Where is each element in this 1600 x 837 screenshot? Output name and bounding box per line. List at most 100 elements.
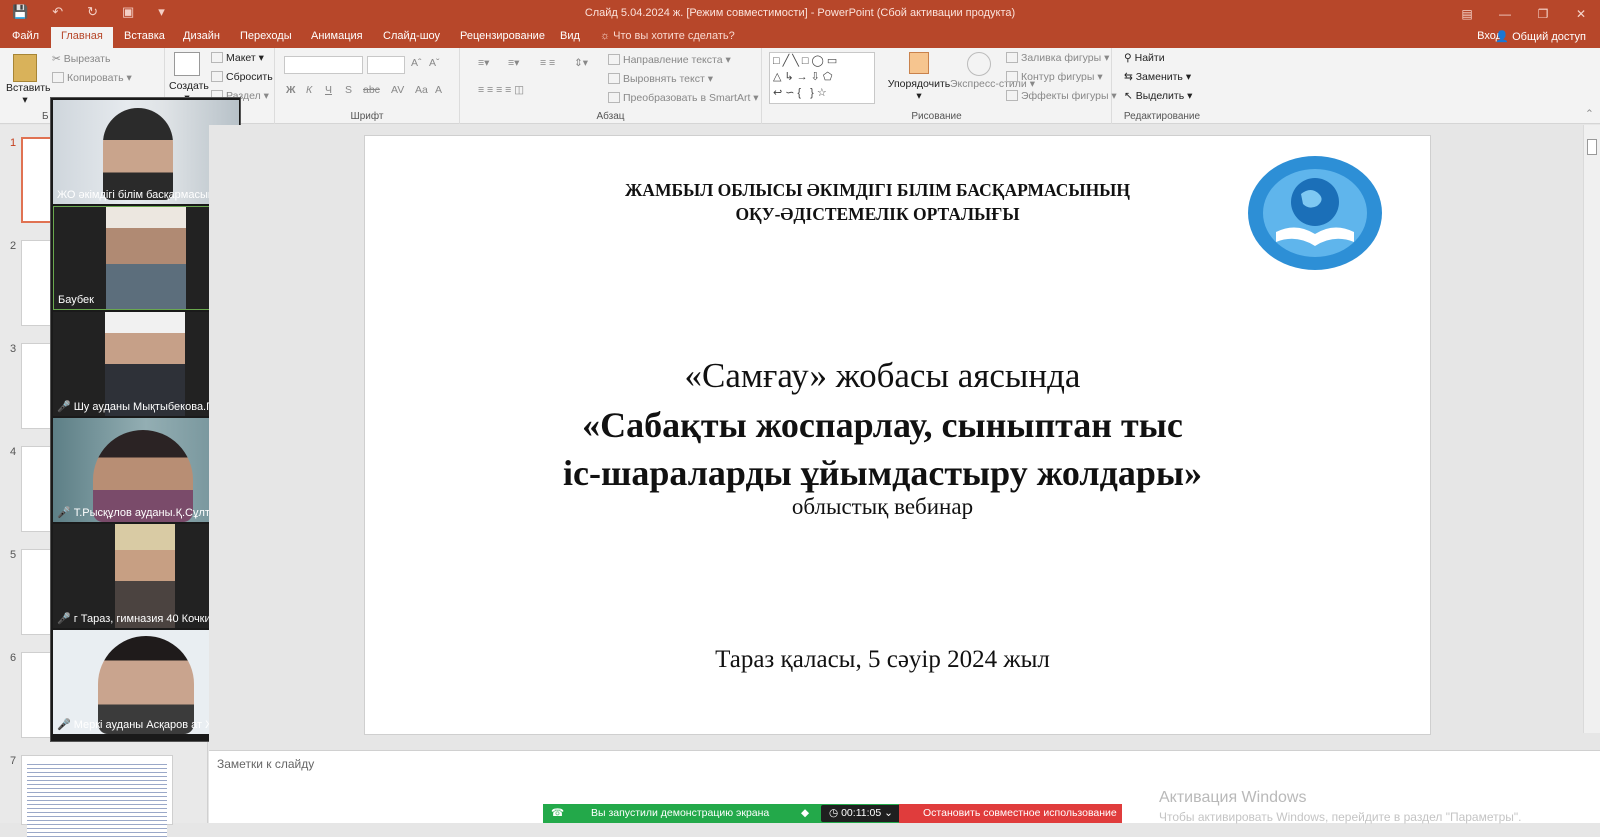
find-label: Найти xyxy=(1134,52,1165,64)
chevron-down-icon: ⌄ xyxy=(884,807,893,819)
tab-insert[interactable]: Вставка xyxy=(124,30,165,42)
replace-button[interactable]: ⇆ Заменить ▾ xyxy=(1124,71,1191,83)
text-direction-icon xyxy=(608,54,620,65)
quick-styles-button[interactable]: Экспресс-стили ▾ xyxy=(950,52,1035,90)
strikethrough-button[interactable]: abc xyxy=(363,84,380,96)
italic-button[interactable]: К xyxy=(306,84,312,96)
stop-sharing-button[interactable]: Остановить совместное использование xyxy=(899,804,1122,823)
smartart-icon xyxy=(608,92,620,103)
paste-button[interactable]: Вставить ▾ xyxy=(6,54,51,106)
reset-button[interactable]: Сбросить xyxy=(211,71,273,83)
slide-thumbnail-7[interactable] xyxy=(21,755,173,837)
shapes-gallery[interactable]: □╱╲□◯▭ △↳→⇩⬠ ↩∽{ }☆ xyxy=(769,52,875,104)
indent-icon[interactable]: ≡ ≡ xyxy=(540,57,555,69)
share-label: Общий доступ xyxy=(1512,31,1586,43)
tell-me-text: Что вы хотите сделать? xyxy=(613,30,735,42)
lightbulb-icon: ☼ xyxy=(600,30,614,42)
share-timer[interactable]: ◷ 00:11:05 ⌄ xyxy=(821,805,901,822)
underline-button[interactable]: Ч xyxy=(325,84,332,96)
scrollbar-thumb[interactable] xyxy=(1587,139,1597,155)
bullets-icon[interactable]: ≡▾ xyxy=(478,57,489,69)
numbering-icon[interactable]: ≡▾ xyxy=(508,57,519,69)
text-direction-button[interactable]: Направление текста ▾ xyxy=(608,54,731,66)
new-slide-label: Создать xyxy=(169,80,209,92)
share-button[interactable]: 👤 Общий доступ xyxy=(1495,30,1586,43)
restore-icon[interactable]: ❐ xyxy=(1524,0,1562,27)
font-name-combo[interactable] xyxy=(284,56,363,74)
cut-label: Вырезать xyxy=(63,53,111,65)
font-size-combo[interactable] xyxy=(367,56,405,74)
layout-button[interactable]: Макет ▾ xyxy=(211,52,264,64)
tab-slideshow[interactable]: Слайд-шоу xyxy=(383,30,440,42)
drawing-group: □╱╲□◯▭ △↳→⇩⬠ ↩∽{ }☆ Упорядочить ▾ Экспресс-… xyxy=(762,48,1117,124)
align-text-button[interactable]: Выровнять текст ▾ xyxy=(608,73,713,85)
align-icons[interactable]: ≡ ≡ ≡ ≡ ◫ xyxy=(478,84,524,96)
mic-muted-icon: 🎤 xyxy=(57,613,71,625)
reset-icon xyxy=(211,71,223,82)
slide-subtitle: облыстық вебинар xyxy=(791,494,974,519)
layout-icon xyxy=(211,52,223,63)
tab-view[interactable]: Вид xyxy=(560,30,580,42)
editing-group: ⚲ Найти ⇆ Заменить ▾ ↖ Выделить ▾ Редакт… xyxy=(1112,48,1212,124)
spacing-icon[interactable]: AV xyxy=(391,84,404,96)
font-group: Aˆ Aˇ Ж К Ч S abc AV Aa A Шрифт xyxy=(275,48,460,124)
org-line-1: ЖАМБЫЛ ОБЛЫСЫ ӘКІМДІГІ БІЛІМ БАСҚАРМАСЫН… xyxy=(625,180,1130,200)
slide-place-date: Тараз қаласы, 5 сәуір 2024 жыл xyxy=(715,646,1050,673)
smartart-label: Преобразовать в SmartArt xyxy=(623,92,751,104)
paragraph-group-label: Абзац xyxy=(596,111,625,122)
collapse-ribbon-icon[interactable]: ⌃ xyxy=(1585,108,1594,120)
tab-review[interactable]: Рецензирование xyxy=(460,30,545,42)
stop-sharing-label: Остановить совместное использование xyxy=(923,807,1117,819)
tab-transitions[interactable]: Переходы xyxy=(240,30,292,42)
timer-value: 00:11:05 xyxy=(841,807,882,819)
copy-button[interactable]: Копировать ▾ xyxy=(52,72,132,84)
shape-outline-label: Контур фигуры xyxy=(1021,71,1095,83)
vertical-scrollbar[interactable] xyxy=(1583,125,1600,733)
paragraph-group: ≡▾ ≡▾ ≡ ≡ ⇕▾ Направление текста ▾ Выровн… xyxy=(460,48,762,124)
shape-effects-label: Эффекты фигуры xyxy=(1021,90,1109,102)
arrange-button[interactable]: Упорядочить ▾ xyxy=(887,52,951,102)
tab-home[interactable]: Главная xyxy=(51,27,113,48)
grow-font-icon[interactable]: Aˆ xyxy=(411,57,422,69)
shrink-font-icon[interactable]: Aˇ xyxy=(429,57,440,69)
slide-title-line-2: іс-шараларды ұйымдастыру жолдары» xyxy=(563,453,1202,493)
paste-label: Вставить xyxy=(6,82,51,94)
current-slide[interactable]: ЖАМБЫЛ ОБЛЫСЫ ӘКІМДІГІ БІЛІМ БАСҚАРМАСЫН… xyxy=(364,135,1431,735)
align-text-icon xyxy=(608,73,620,84)
shape-fill-label: Заливка фигуры xyxy=(1021,52,1102,64)
align-text-label: Выровнять текст xyxy=(623,73,705,85)
font-group-label: Шрифт xyxy=(350,111,384,122)
org-line-2: ОҚУ-ӘДІСТЕМЕЛІК ОРТАЛЫҒЫ xyxy=(735,204,1020,224)
activation-watermark-hint: Чтобы активировать Windows, перейдите в … xyxy=(1159,810,1522,824)
arrange-icon xyxy=(909,52,929,74)
window-controls: ▤ — ❐ ✕ xyxy=(1448,0,1600,27)
shape-effects-button[interactable]: Эффекты фигуры ▾ xyxy=(1006,90,1117,102)
drawing-group-label: Рисование xyxy=(911,111,962,122)
cut-button[interactable]: ✂ Вырезать xyxy=(52,53,110,65)
tab-file[interactable]: Файл xyxy=(12,30,39,42)
share-status-message: Вы запустили демонстрацию экрана xyxy=(591,807,770,819)
shape-fill-button[interactable]: Заливка фигуры ▾ xyxy=(1006,52,1109,64)
slide-number: 6 xyxy=(10,652,17,664)
slide-title-line-1: «Сабақты жоспарлау, сыныптан тыс xyxy=(582,405,1183,445)
tell-me-box[interactable]: ☼ Что вы хотите сделать? xyxy=(600,30,735,42)
font-color-icon[interactable]: A xyxy=(435,84,442,96)
new-slide-icon xyxy=(174,52,200,76)
line-spacing-icon[interactable]: ⇕▾ xyxy=(574,57,588,69)
tab-animations[interactable]: Анимация xyxy=(311,30,363,42)
layout-label: Макет xyxy=(226,52,256,64)
title-bar: 💾 ↶ ↻ ▣ ▾ Слайд 5.04.2024 ж. [Режим совм… xyxy=(0,0,1600,27)
minimize-icon[interactable]: — xyxy=(1486,0,1524,27)
select-button[interactable]: ↖ Выделить ▾ xyxy=(1124,90,1192,102)
ribbon-display-options-icon[interactable]: ▤ xyxy=(1448,0,1486,27)
smartart-button[interactable]: Преобразовать в SmartArt ▾ xyxy=(608,92,759,104)
bold-button[interactable]: Ж xyxy=(286,84,296,96)
case-icon[interactable]: Aa xyxy=(415,84,428,96)
find-button[interactable]: ⚲ Найти xyxy=(1124,52,1165,64)
shape-outline-button[interactable]: Контур фигуры ▾ xyxy=(1006,71,1103,83)
close-icon[interactable]: ✕ xyxy=(1562,0,1600,27)
slide-line-project: «Самғау» жобасы аясында xyxy=(684,356,1081,395)
tab-design[interactable]: Дизайн xyxy=(183,30,220,42)
window-title: Слайд 5.04.2024 ж. [Режим совместимости]… xyxy=(584,7,1016,19)
shadow-button[interactable]: S xyxy=(345,84,352,96)
